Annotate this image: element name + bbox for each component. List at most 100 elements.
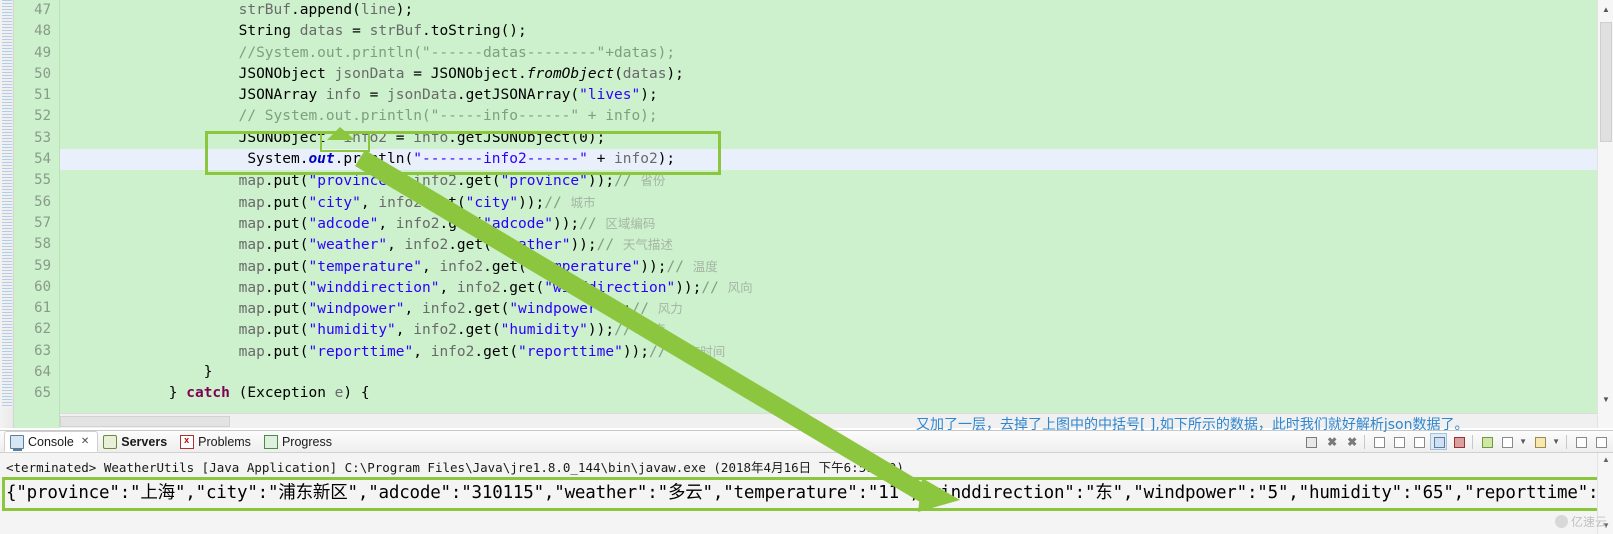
code-token: )); bbox=[675, 279, 702, 296]
code-token: )); bbox=[622, 343, 650, 360]
remove-launch-icon[interactable]: ✖ bbox=[1322, 433, 1339, 450]
tab-console[interactable]: Console ✕ bbox=[4, 431, 99, 452]
close-icon[interactable]: ✕ bbox=[81, 436, 89, 447]
line-number: 65 bbox=[34, 385, 51, 402]
code-token: Exception bbox=[247, 385, 326, 402]
code-token: . bbox=[264, 343, 274, 360]
code-token: )); bbox=[605, 301, 632, 318]
line-number: 61 bbox=[34, 300, 51, 317]
code-token: ( bbox=[491, 322, 501, 339]
minimize-icon[interactable] bbox=[1572, 433, 1589, 450]
new-console-view-icon[interactable] bbox=[1531, 433, 1548, 450]
code-token: "temperature" bbox=[526, 258, 641, 275]
line-number: 55 bbox=[34, 172, 51, 189]
code-line[interactable]: } bbox=[60, 362, 1613, 383]
code-token: . bbox=[421, 23, 431, 40]
maximize-icon[interactable] bbox=[1592, 433, 1609, 450]
code-token: JSONObject bbox=[238, 129, 326, 146]
code-token: . bbox=[474, 343, 484, 360]
eclipse-ide-screenshot: 47 48 49 50 51 52 53 54 55 56 57 58 59 60 61 62 63 64 65 s… bbox=[0, 0, 1613, 534]
code-token: // bbox=[614, 322, 641, 339]
java-editor[interactable]: 47 48 49 50 51 52 53 54 55 56 57 58 59 60 61 62 63 64 65 s… bbox=[0, 0, 1613, 428]
word-wrap-icon[interactable] bbox=[1430, 433, 1448, 450]
code-token: } bbox=[203, 364, 213, 381]
code-line[interactable]: JSONObject info2 = info.getJSONObject(0)… bbox=[60, 128, 1613, 149]
code-token: "winddirection" bbox=[308, 279, 440, 296]
display-selected-console-icon[interactable] bbox=[1478, 433, 1495, 450]
code-token: line bbox=[360, 2, 396, 18]
code-token: info bbox=[413, 129, 449, 146]
editor-hscroll-thumb[interactable] bbox=[60, 416, 230, 427]
open-console-dropdown-icon[interactable] bbox=[1498, 433, 1515, 450]
code-line[interactable]: // System.out.println("-----info------" … bbox=[60, 106, 1613, 127]
tab-progress[interactable]: Progress bbox=[259, 431, 340, 452]
remove-all-terminated-icon[interactable]: ✖ bbox=[1342, 433, 1359, 450]
code-token: )); bbox=[587, 322, 615, 339]
problems-icon bbox=[180, 434, 195, 449]
editor-vscroll-thumb[interactable] bbox=[1600, 22, 1612, 142]
console-toolbar[interactable]: ✖ ✖ ▼ ▼ bbox=[1302, 433, 1609, 450]
scroll-lock-icon[interactable] bbox=[1390, 433, 1407, 450]
code-token: . bbox=[483, 258, 492, 275]
code-line[interactable]: map.put("reporttime", info2.get("reportt… bbox=[60, 341, 1613, 362]
code-token: info2 bbox=[413, 322, 457, 339]
editor-code-area[interactable]: strBuf.append(line); String datas = strB… bbox=[60, 0, 1613, 428]
tab-servers[interactable]: Servers bbox=[98, 431, 175, 452]
editor-vertical-scrollbar[interactable]: ▲ ▼ bbox=[1597, 0, 1613, 428]
code-line[interactable]: map.put("city", info2.get("city"));// 城市 bbox=[60, 192, 1613, 213]
console-icon bbox=[10, 434, 24, 451]
code-line[interactable]: //System.out.println("------datas-------… bbox=[60, 43, 1613, 64]
code-line[interactable]: JSONArray info = jsonData.getJSONArray("… bbox=[60, 85, 1613, 106]
code-line[interactable]: map.put("windpower", info2.get("windpowe… bbox=[60, 298, 1613, 319]
code-line[interactable]: strBuf.append(line); bbox=[60, 0, 1613, 21]
pin-console-icon[interactable] bbox=[1410, 433, 1427, 450]
clear-console-icon[interactable] bbox=[1450, 433, 1467, 450]
chevron-down-icon[interactable]: ▼ bbox=[1552, 437, 1560, 446]
code-token: get bbox=[474, 301, 501, 318]
scroll-up-icon[interactable]: ▲ bbox=[1598, 453, 1613, 467]
code-token: info2 bbox=[395, 215, 440, 232]
code-line[interactable]: map.put("adcode", info2.get("adcode"));/… bbox=[60, 213, 1613, 234]
code-token: ( bbox=[535, 279, 545, 296]
code-line[interactable]: map.put("winddirection", info2.get("wind… bbox=[60, 277, 1613, 298]
code-token: // bbox=[596, 237, 623, 254]
code-token: get bbox=[456, 237, 484, 254]
tab-label: Progress bbox=[281, 434, 332, 449]
code-line[interactable]: String datas = strBuf.toString(); bbox=[60, 21, 1613, 42]
code-token: // bbox=[614, 173, 641, 190]
code-line[interactable]: JSONObject jsonData = JSONObject.fromObj… bbox=[60, 64, 1613, 85]
code-token: = bbox=[404, 65, 431, 82]
code-token: 湿度 bbox=[640, 322, 666, 338]
code-token: "reporttime" bbox=[518, 343, 623, 360]
code-token: // System.out.println("-----info------" … bbox=[238, 108, 658, 125]
code-line[interactable]: map.put("temperature", info2.get("temper… bbox=[60, 256, 1613, 277]
code-line[interactable]: System.out.println("-------info2------" … bbox=[60, 149, 1613, 171]
line-number: 51 bbox=[34, 87, 51, 104]
code-token: )); bbox=[640, 258, 667, 275]
code-token: "weather" bbox=[491, 237, 571, 254]
code-token: ( bbox=[474, 215, 484, 232]
scroll-down-icon[interactable]: ▼ bbox=[1598, 392, 1613, 408]
code-token: 风力 bbox=[657, 301, 683, 317]
code-line[interactable]: map.put("humidity", info2.get("humidity"… bbox=[60, 319, 1613, 340]
line-number: 62 bbox=[34, 321, 51, 338]
code-token: . bbox=[456, 87, 466, 104]
code-token: get bbox=[491, 258, 519, 275]
scroll-up-icon[interactable]: ▲ bbox=[1598, 2, 1613, 18]
code-line[interactable]: map.put("province", info2.get("province"… bbox=[60, 170, 1613, 191]
code-token: . bbox=[518, 65, 527, 82]
code-token: strBuf bbox=[369, 23, 422, 40]
code-line[interactable]: } catch (Exception e) { bbox=[60, 383, 1613, 404]
code-token: info2 bbox=[343, 129, 388, 146]
terminate-icon[interactable] bbox=[1302, 433, 1319, 450]
code-token: 城市 bbox=[570, 194, 596, 210]
open-console-icon[interactable] bbox=[1370, 433, 1387, 450]
code-token: map bbox=[238, 237, 265, 254]
editor-marker-ruler[interactable] bbox=[0, 0, 14, 428]
code-line[interactable]: map.put("weather", info2.get("weather"))… bbox=[60, 234, 1613, 255]
code-token: . bbox=[264, 194, 274, 211]
code-token: 省份 bbox=[640, 173, 666, 189]
chevron-down-icon[interactable]: ▼ bbox=[1519, 437, 1527, 446]
tab-problems[interactable]: Problems bbox=[175, 431, 259, 452]
